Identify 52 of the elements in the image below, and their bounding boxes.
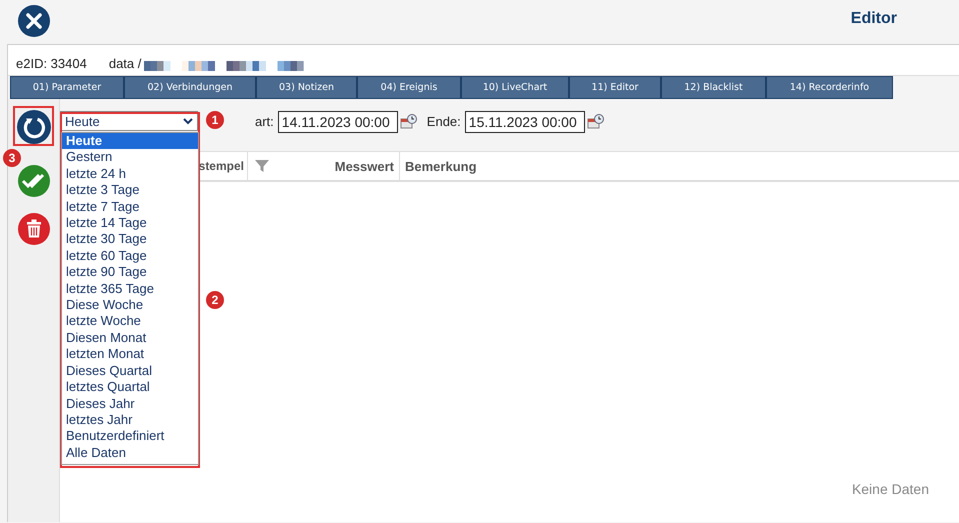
dropdown-option[interactable]: letzte 90 Tage (62, 264, 198, 281)
dropdown-option[interactable]: letzte 14 Tage (62, 215, 198, 232)
dropdown-option[interactable]: letztes Jahr (62, 412, 198, 428)
record-path: data / (108, 56, 142, 71)
empty-message: Keine Daten (852, 481, 929, 497)
number-badge: 2 (206, 291, 224, 309)
date-label: art: (255, 114, 274, 129)
date-field[interactable]: 14.11.2023 00:00 (278, 111, 398, 133)
dropdown-option[interactable]: letztes Quartal (62, 379, 198, 396)
window-title: Editor (850, 10, 897, 28)
tab[interactable]: 12) Blacklist (661, 76, 766, 99)
tab[interactable]: 04) Ereignis (357, 76, 461, 99)
tab[interactable]: 01) Parameter (10, 76, 124, 99)
column-header: Bemerkung (405, 158, 477, 174)
dropdown-option[interactable]: Heute (62, 133, 198, 150)
close-icon (18, 5, 50, 37)
refresh-button[interactable] (16, 110, 50, 144)
dropdown-option[interactable]: Dieses Quartal (62, 362, 198, 380)
record-id: e2ID: 33404 (16, 56, 87, 71)
trash-icon (16, 212, 50, 246)
dropdown-option[interactable]: Diesen Monat (62, 330, 198, 346)
dropdown-option[interactable]: letzte 24 h (62, 166, 198, 182)
date-label: Ende: (426, 114, 461, 129)
filter-icon[interactable] (255, 159, 269, 173)
date-field[interactable]: 15.11.2023 00:00 (464, 111, 585, 133)
dropdown-option[interactable]: letzte 7 Tage (62, 198, 198, 216)
dropdown-option[interactable]: letzte 30 Tage (62, 231, 198, 248)
tab[interactable]: 14) Recorderinfo (766, 76, 893, 99)
column-header: Messwert (334, 158, 394, 174)
delete-button[interactable] (16, 212, 50, 246)
dropdown-option[interactable]: Diese Woche (62, 297, 198, 314)
calendar-clock-icon[interactable] (400, 113, 418, 131)
tab[interactable]: 02) Verbindungen (124, 76, 256, 99)
confirm-button[interactable] (16, 164, 50, 198)
close-button[interactable] (18, 5, 50, 37)
dropdown-option[interactable]: letzte 3 Tage (62, 182, 198, 199)
column-header: stempel (198, 159, 244, 173)
dropdown-option[interactable]: letzte Woche (62, 313, 198, 330)
chevron-down-icon (183, 118, 193, 124)
dropdown-option[interactable]: Benutzerdefiniert (62, 428, 198, 445)
dropdown-option[interactable]: letzte 365 Tage (62, 280, 198, 298)
dropdown-option[interactable]: letzte 60 Tage (62, 248, 198, 264)
double-check-icon (16, 164, 50, 198)
dropdown-option[interactable]: letzten Monat (62, 346, 198, 363)
calendar-clock-icon[interactable] (586, 113, 605, 131)
number-badge: 3 (3, 149, 21, 167)
tab[interactable]: 10) LiveChart (461, 76, 569, 99)
tab[interactable]: 11) Editor (569, 76, 661, 99)
tab[interactable]: 03) Notizen (256, 76, 357, 99)
dropdown-option[interactable]: Alle Daten (62, 444, 198, 462)
dropdown-option[interactable]: Dieses Jahr (62, 396, 198, 412)
dropdown-option[interactable]: Gestern (62, 149, 198, 166)
